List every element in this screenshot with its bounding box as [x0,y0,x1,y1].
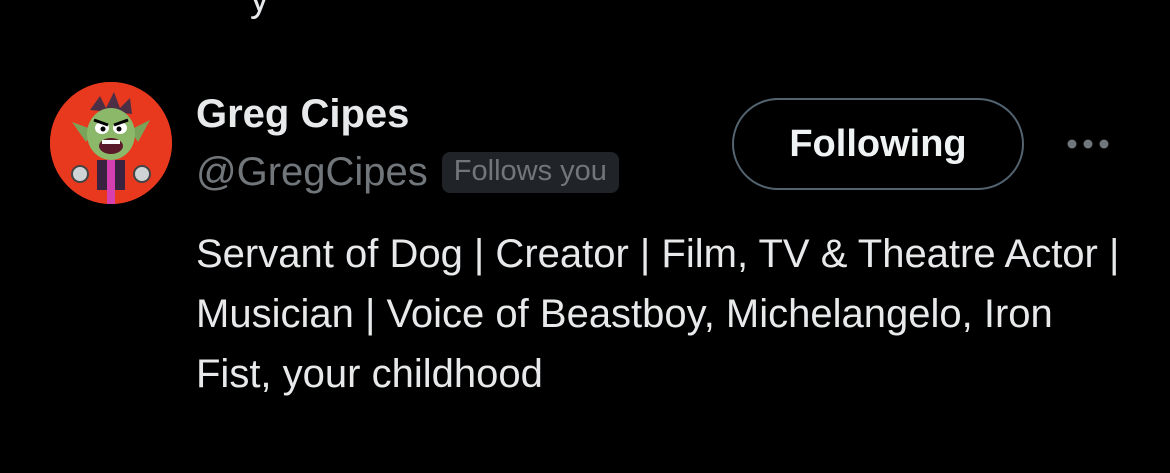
cartoon-character-avatar-icon [50,82,172,204]
more-options-button[interactable] [1058,126,1118,162]
following-button[interactable]: Following [732,98,1024,190]
user-bio: Servant of Dog | Creator | Film, TV & Th… [196,232,1120,396]
avatar[interactable] [50,82,172,204]
follows-you-badge: Follows you [441,152,619,193]
more-horizontal-icon [1067,139,1109,149]
user-handle[interactable]: @GregCipes [196,150,428,195]
previous-cell-text-fragment: y [250,0,270,21]
handle-row: @GregCipes Follows you [196,150,619,195]
display-name[interactable]: Greg Cipes [196,92,409,137]
user-cell[interactable]: Greg Cipes @GregCipes Follows you Follow… [50,82,1130,402]
